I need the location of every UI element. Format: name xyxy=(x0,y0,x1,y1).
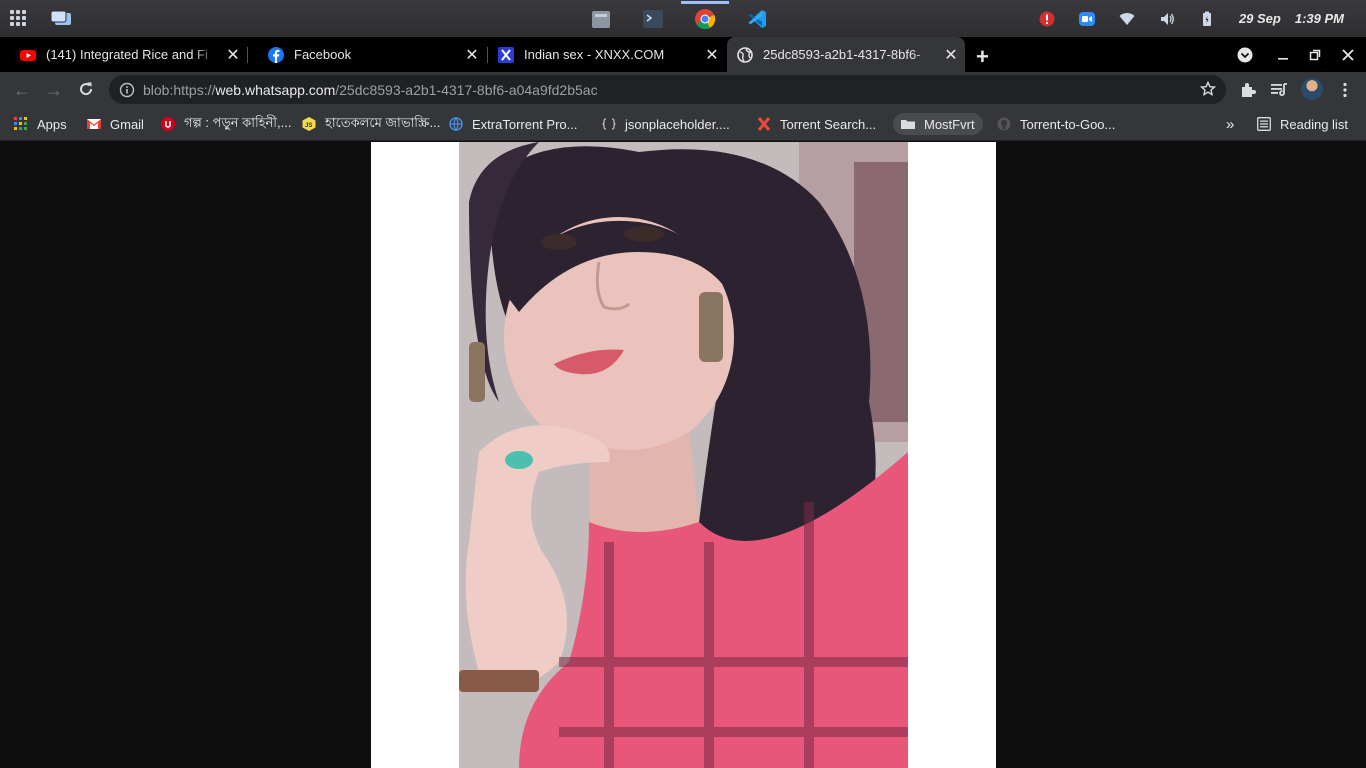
reading-list-button[interactable]: Reading list xyxy=(1257,113,1348,135)
portrait-photo[interactable] xyxy=(459,142,908,768)
bookmark-torrent-search[interactable]: Torrent Search... xyxy=(757,113,876,135)
overview-icon[interactable] xyxy=(50,10,72,26)
bookmarks-bar: Apps Gmail গল্প : পড়ুন কাহিনী,... JS হা… xyxy=(0,107,1366,141)
gmail-icon xyxy=(87,117,101,131)
files-icon[interactable] xyxy=(590,8,612,30)
bookmark-torrent-to-google[interactable]: Torrent-to-Goo... xyxy=(997,113,1115,135)
vscode-icon[interactable] xyxy=(746,8,768,30)
reading-list-label: Reading list xyxy=(1280,116,1348,132)
svg-text:JS: JS xyxy=(305,123,312,129)
minimize-icon[interactable] xyxy=(1268,37,1298,72)
zoom-icon[interactable] xyxy=(1078,11,1095,27)
js-icon: JS xyxy=(302,117,316,131)
extensions-icon[interactable] xyxy=(1239,81,1257,99)
bookmarks-overflow-button[interactable]: » xyxy=(1226,113,1234,135)
bookmark-golpo[interactable]: গল্প : পড়ুন কাহিনী,... xyxy=(161,113,291,135)
tab-title: Indian sex - XNXX.COM xyxy=(524,47,665,62)
site-info-icon[interactable] xyxy=(119,82,135,98)
bookmark-folder-mostfvrt[interactable]: MostFvrt xyxy=(893,113,983,135)
page-content xyxy=(0,142,1366,768)
tab-youtube[interactable]: (141) Integrated Rice and Fi ✕ xyxy=(0,37,247,72)
bookmark-label: Apps xyxy=(37,116,67,132)
address-bar[interactable]: blob:https://web.whatsapp.com/25dc8593-a… xyxy=(109,75,1226,104)
alert-icon[interactable] xyxy=(1039,11,1055,27)
url-text: blob:https://web.whatsapp.com/25dc8593-a… xyxy=(143,82,598,98)
app-launcher-icon[interactable] xyxy=(10,10,26,26)
volume-icon[interactable] xyxy=(1159,11,1175,27)
reading-list-icon xyxy=(1257,117,1271,131)
terminal-icon[interactable] xyxy=(642,8,664,30)
bookmark-label: হাতেকলমে জাভাস্ক্রি... xyxy=(325,114,441,130)
bookmark-gmail[interactable]: Gmail xyxy=(87,113,144,135)
bookmark-label: Torrent Search... xyxy=(780,116,877,132)
bookmark-label: jsonplaceholder.... xyxy=(625,116,730,132)
torrent-icon xyxy=(757,117,771,131)
profile-avatar[interactable] xyxy=(1301,78,1323,100)
media-control-icon[interactable] xyxy=(1270,81,1288,99)
bookmark-javascript[interactable]: JS হাতেকলমে জাভাস্ক্রি... xyxy=(302,113,440,135)
close-icon[interactable]: ✕ xyxy=(937,45,965,65)
menu-kebab-icon[interactable] xyxy=(1336,81,1354,99)
os-top-bar: 29 Sep 1:39 PM xyxy=(0,0,1366,37)
url-path: /25dc8593-a2b1-4317-8bf6-a04a9fd2b5ac xyxy=(335,81,598,98)
close-icon[interactable]: ✕ xyxy=(698,45,726,65)
bookmark-apps[interactable]: Apps xyxy=(14,113,67,135)
close-window-icon[interactable] xyxy=(1333,37,1363,72)
facebook-icon xyxy=(268,46,284,63)
tab-facebook[interactable]: Facebook ✕ xyxy=(248,37,486,72)
bookmark-jsonplaceholder[interactable]: jsonplaceholder.... xyxy=(602,113,730,135)
reload-icon[interactable] xyxy=(76,80,96,100)
bookmark-label: গল্প : পড়ুন কাহিনী,... xyxy=(184,114,292,130)
bookmark-extratorrent[interactable]: ExtraTorrent Pro... xyxy=(449,113,577,135)
tab-title: Facebook xyxy=(294,47,352,62)
url-prefix: blob:https:// xyxy=(143,81,216,98)
github-icon xyxy=(997,117,1011,131)
battery-icon[interactable] xyxy=(1199,11,1215,27)
bookmark-label: ExtraTorrent Pro... xyxy=(472,116,578,132)
close-icon[interactable]: ✕ xyxy=(458,45,486,65)
tab-strip: (141) Integrated Rice and Fi ✕ Facebook … xyxy=(0,37,1366,72)
url-host: web.whatsapp.com xyxy=(215,81,336,98)
x-icon xyxy=(498,46,514,63)
close-icon[interactable]: ✕ xyxy=(219,45,247,65)
globe-icon xyxy=(737,46,753,63)
bookmark-star-icon[interactable] xyxy=(1199,80,1217,97)
tab-search-icon[interactable] xyxy=(1230,37,1260,72)
clock-date: 29 Sep xyxy=(1238,11,1281,26)
browser-toolbar: ← → blob:https://web.whatsapp.com/25dc85… xyxy=(0,72,1366,107)
tab-title: (141) Integrated Rice and Fi xyxy=(46,47,208,62)
back-arrow-icon[interactable]: ← xyxy=(12,80,32,100)
wifi-icon[interactable] xyxy=(1119,11,1135,27)
bookmark-label: MostFvrt xyxy=(924,116,975,132)
apps-grid-icon xyxy=(14,117,28,131)
tab-blob-active[interactable]: 25dc8593-a2b1-4317-8bf6- ✕ xyxy=(727,37,965,72)
folder-icon xyxy=(901,117,915,131)
bookmark-label: Gmail xyxy=(110,116,144,132)
bookmark-label: Torrent-to-Goo... xyxy=(1020,116,1116,132)
new-tab-button[interactable]: + xyxy=(976,44,989,70)
forward-arrow-icon[interactable]: → xyxy=(44,80,64,100)
image-viewer xyxy=(371,142,996,768)
restore-icon[interactable] xyxy=(1300,37,1330,72)
tab-xnxx[interactable]: Indian sex - XNXX.COM ✕ xyxy=(488,37,726,72)
json-icon xyxy=(602,117,616,131)
chrome-icon[interactable] xyxy=(681,0,729,30)
tab-title: 25dc8593-a2b1-4317-8bf6- xyxy=(763,47,921,62)
youtube-icon xyxy=(20,47,36,63)
story-icon xyxy=(161,117,175,131)
globe-icon xyxy=(449,117,463,132)
clock-time: 1:39 PM xyxy=(1294,11,1344,26)
